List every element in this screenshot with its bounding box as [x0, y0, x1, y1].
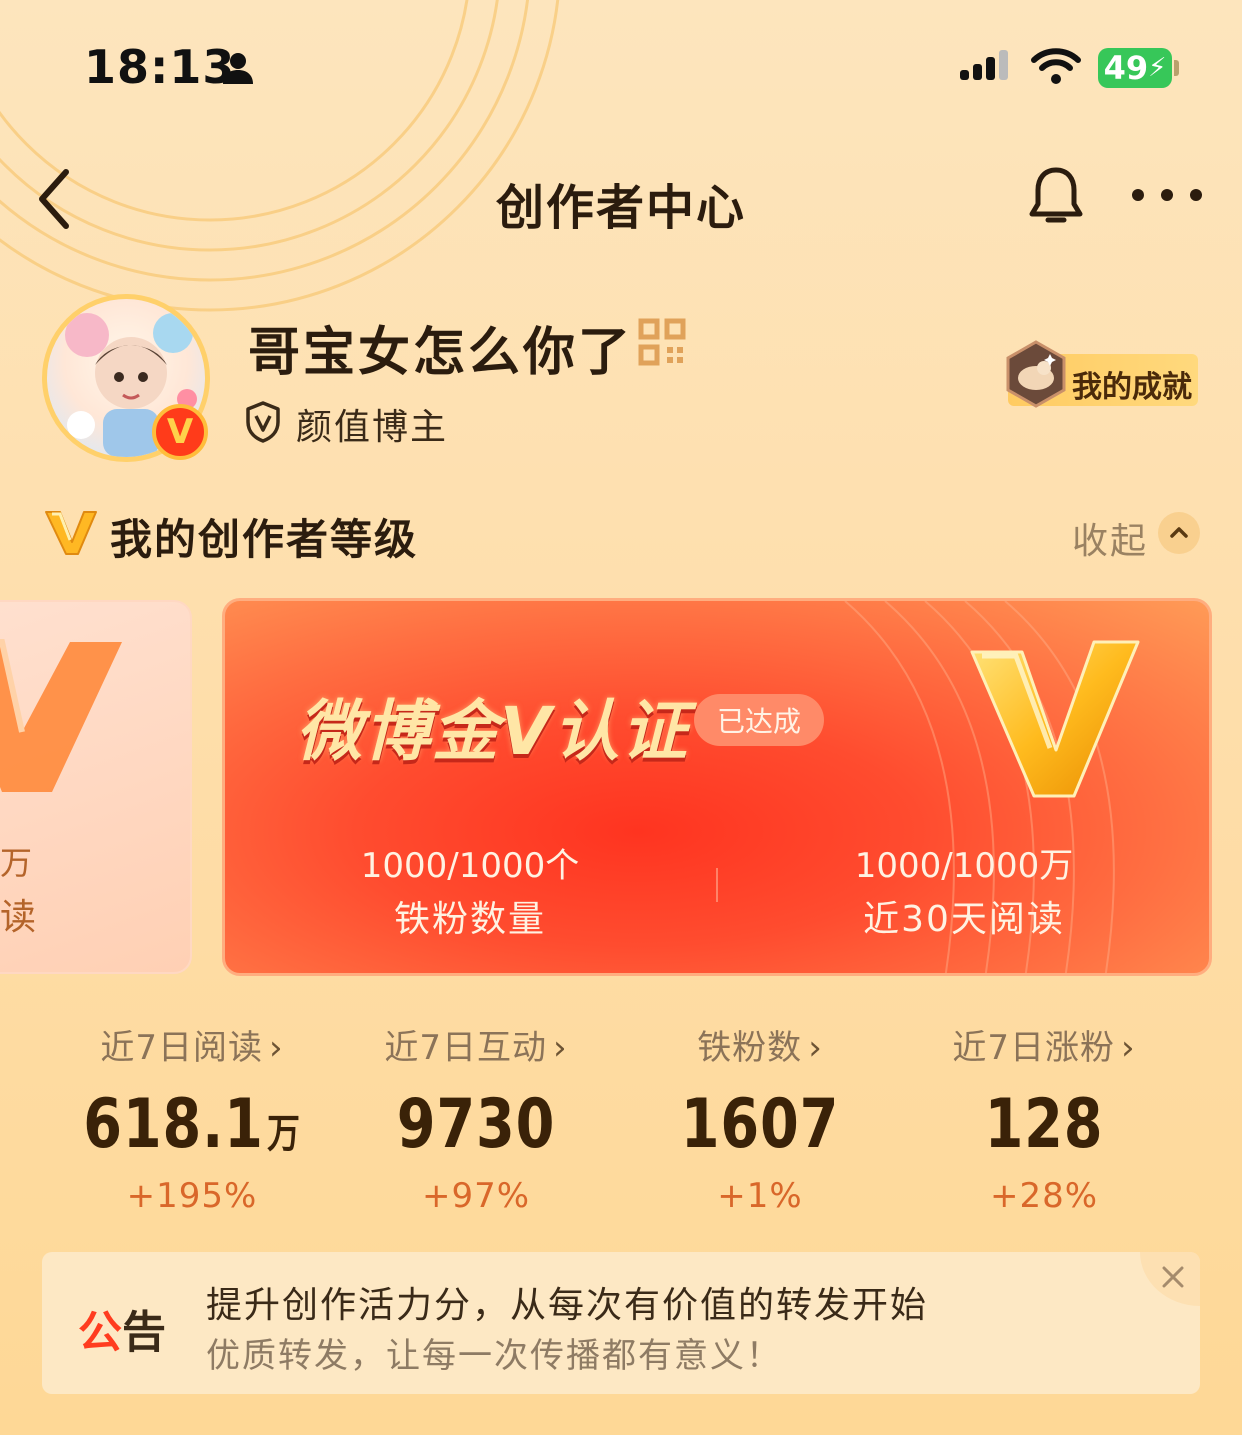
reads-stat-unit: 万: [1039, 846, 1074, 886]
metric-value-number: 128: [984, 1085, 1104, 1164]
metric-label: 近7日阅读 ›: [52, 1020, 332, 1069]
username: 哥宝女怎么你了: [248, 323, 634, 383]
metric-value-number: 1607: [680, 1085, 840, 1164]
metric-value: 1607: [645, 1085, 875, 1164]
announcement-tag-second: 告: [122, 1307, 166, 1358]
level-title: 我的创作者等级: [110, 515, 419, 564]
wifi-icon: [1031, 48, 1081, 84]
bell-icon[interactable]: [1026, 164, 1086, 230]
shield-icon: [246, 401, 280, 443]
level-v-icon: [45, 511, 97, 555]
achieved-badge: 已达成: [694, 694, 824, 746]
prev-card-stat-label: 读: [0, 897, 37, 938]
metric-value: 128: [929, 1085, 1159, 1164]
announcement-subtitle: 优质转发，让每一次传播都有意义！: [206, 1336, 782, 1376]
prev-card-stat-unit: 万: [0, 844, 33, 882]
chevron-right-icon: ›: [1121, 1028, 1136, 1068]
medal-icon: [1006, 340, 1066, 408]
collapse-label[interactable]: 收起: [1072, 512, 1148, 564]
collapse-button[interactable]: [1158, 512, 1200, 554]
metric-weekly-reads[interactable]: 近7日阅读 › 618.1万 +195%: [52, 1020, 332, 1216]
verified-badge: V: [152, 404, 208, 460]
announcement-tag-first: 公: [78, 1307, 122, 1358]
metric-label: 近7日互动 ›: [336, 1020, 616, 1069]
v-card-title: 微博金V认证: [296, 693, 690, 770]
metric-value-number: 618.1: [83, 1085, 264, 1164]
metric-change: +28%: [989, 1176, 1099, 1216]
fans-stat-value: 1000/1000个: [310, 838, 630, 887]
person-icon: [223, 53, 253, 84]
metric-weekly-new-fans[interactable]: 近7日涨粉 › 128 +28%: [904, 1020, 1184, 1216]
metric-label: 铁粉数 ›: [620, 1020, 900, 1069]
creator-tag: 颜值博主: [296, 407, 449, 448]
gold-v-icon: [970, 640, 1140, 798]
metric-change: +97%: [421, 1176, 531, 1216]
metric-value: 618.1万: [77, 1085, 307, 1164]
announcement-title: 提升创作活力分，从每次有价值的转发开始: [206, 1285, 929, 1326]
battery-level: 49: [1103, 49, 1149, 87]
metric-label: 近7日涨粉 ›: [904, 1020, 1184, 1069]
achievement-label: 我的成就: [1072, 370, 1192, 405]
announcement-tag: 公告: [78, 1296, 166, 1360]
reads-stat-number: 1000/1000: [854, 846, 1040, 886]
metric-label-text: 铁粉数: [697, 1028, 803, 1068]
more-icon[interactable]: [1128, 180, 1206, 210]
chevron-up-icon: [1170, 527, 1188, 538]
battery-cap: [1174, 60, 1179, 76]
metric-label-text: 近7日涨粉: [952, 1028, 1116, 1068]
fans-stat-label: 铁粉数量: [393, 899, 546, 940]
status-time: 18:13: [84, 40, 236, 94]
metric-value-number: 9730: [396, 1085, 556, 1164]
metric-value-unit: 万: [267, 1111, 301, 1157]
metric-label-text: 近7日互动: [384, 1028, 548, 1068]
metric-iron-fans[interactable]: 铁粉数 › 1607 +1%: [620, 1020, 900, 1216]
chevron-right-icon: ›: [553, 1028, 568, 1068]
reads-stat-label: 近30天阅读: [863, 899, 1065, 940]
metric-change: +1%: [717, 1176, 803, 1216]
fans-stat-number: 1000/1000: [360, 846, 546, 886]
metric-weekly-interactions[interactable]: 近7日互动 › 9730 +97%: [336, 1020, 616, 1216]
qr-code-icon[interactable]: [638, 318, 686, 366]
battery-indicator: 49 ⚡: [1098, 48, 1172, 88]
metric-change: +195%: [126, 1176, 258, 1216]
card-divider: [716, 868, 718, 902]
chevron-right-icon: ›: [808, 1028, 823, 1068]
close-icon[interactable]: [1140, 1252, 1200, 1306]
signal-icon: [960, 50, 1008, 80]
metric-value: 9730: [361, 1085, 591, 1164]
fans-stat-unit: 个: [545, 846, 580, 886]
chevron-right-icon: ›: [269, 1028, 284, 1068]
status-bar: 18:13 49 ⚡: [0, 0, 1242, 140]
reads-stat-value: 1000/1000万: [804, 838, 1124, 887]
metric-label-text: 近7日阅读: [100, 1028, 264, 1068]
